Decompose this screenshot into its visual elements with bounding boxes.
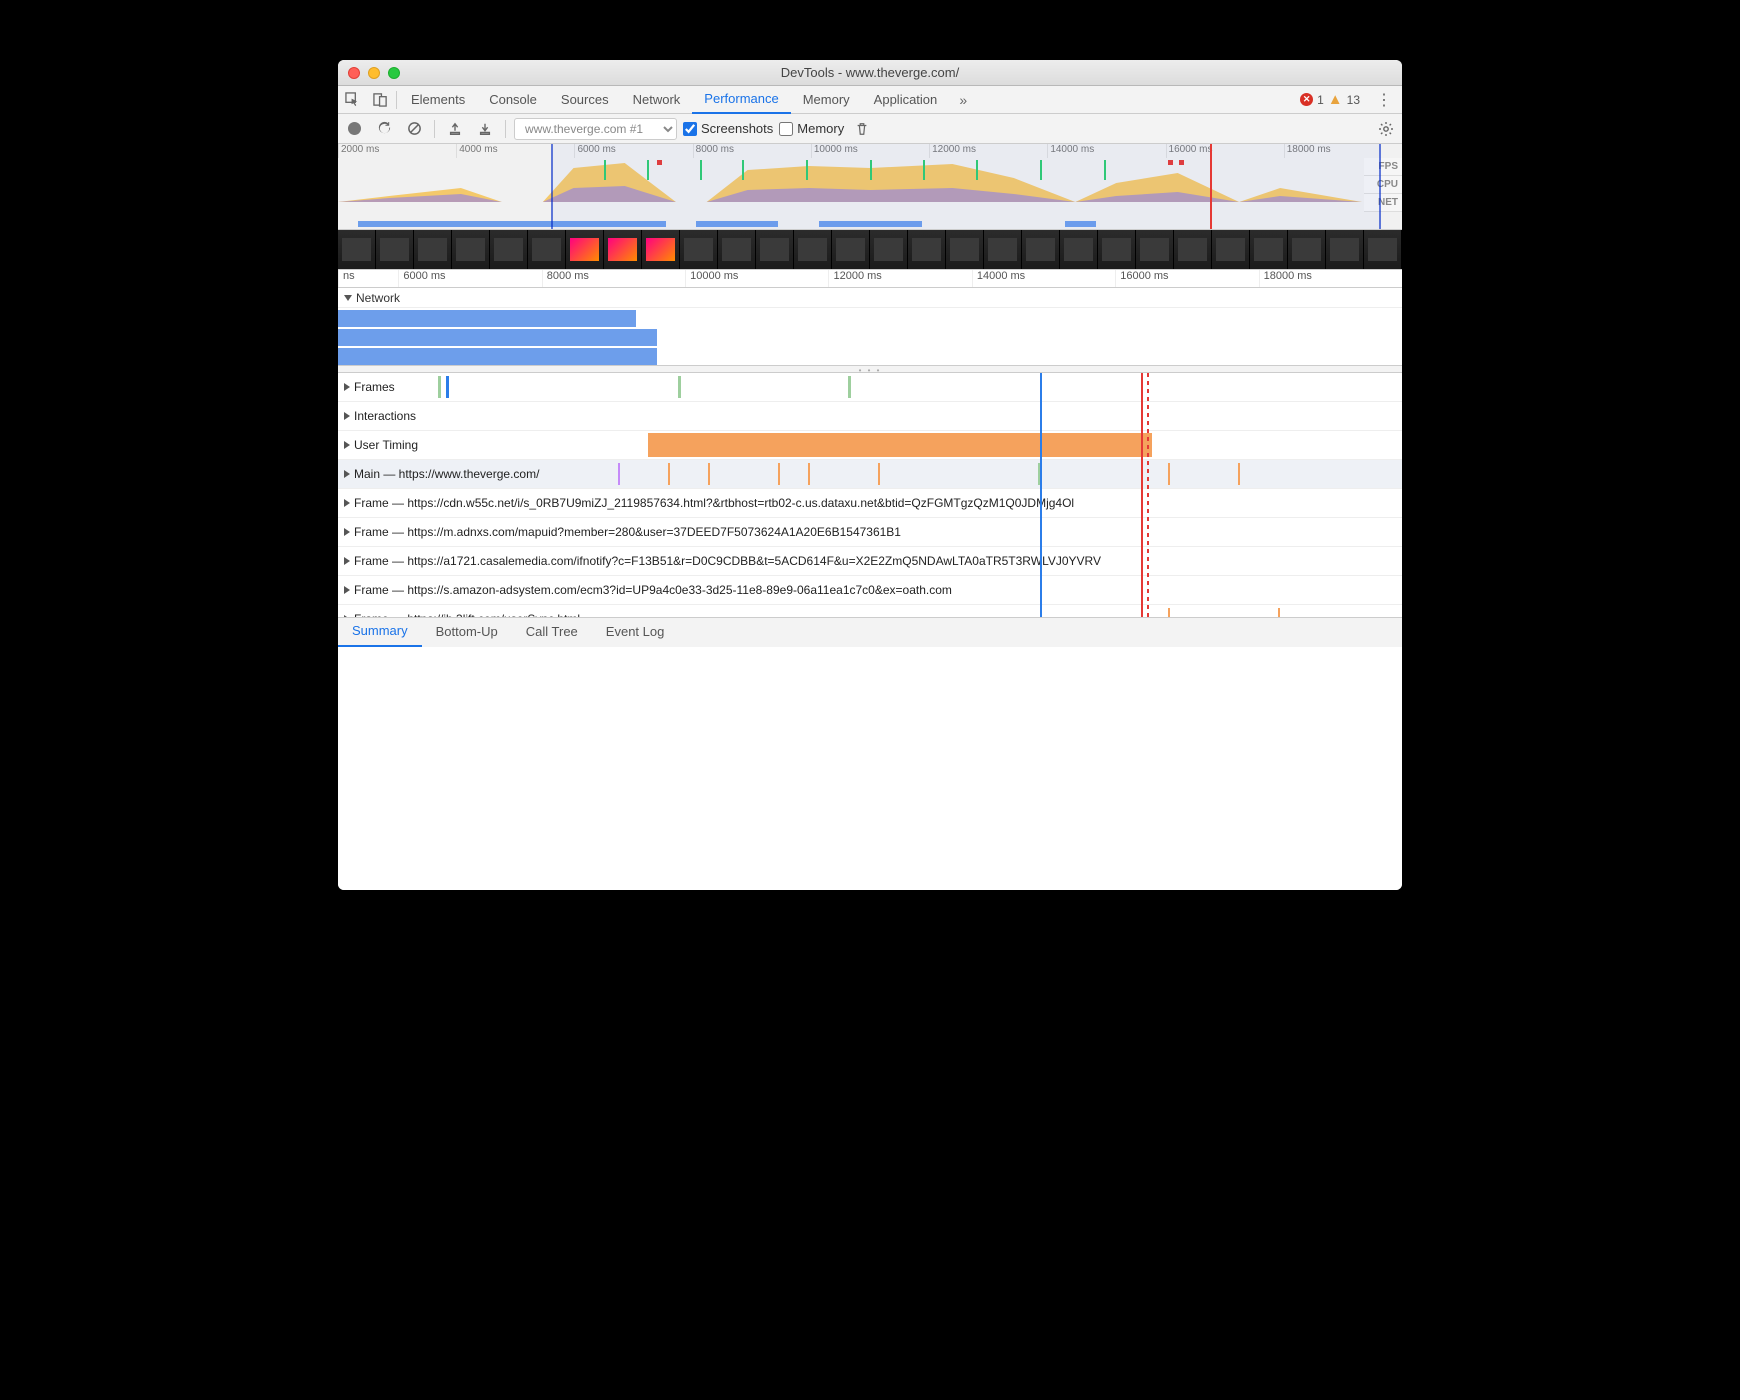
trash-icon[interactable] [850,117,874,141]
devtools-tabbar: Elements Console Sources Network Perform… [338,86,1402,114]
tab-call-tree[interactable]: Call Tree [512,618,592,646]
save-profile-button[interactable] [473,117,497,141]
tab-event-log[interactable]: Event Log [592,618,679,646]
chevron-right-icon [344,470,350,478]
error-count[interactable]: ✕1 ▲13 [1294,91,1366,108]
chevron-right-icon [344,383,350,391]
settings-gear-icon[interactable] [1374,117,1398,141]
overview-selection[interactable] [551,144,1381,229]
window-title: DevTools - www.theverge.com/ [338,65,1402,80]
flame-chart[interactable]: Frames Interactions User Timing Main — h… [338,373,1402,617]
section-frames[interactable]: Frames [338,373,1402,402]
section-user-timing[interactable]: User Timing [338,431,1402,460]
tab-performance[interactable]: Performance [692,86,790,114]
overview-marker [1210,144,1212,229]
frame-row[interactable]: Frame — https://ib.3lift.com/userSync.ht… [338,605,1402,617]
record-button[interactable] [342,117,366,141]
section-main[interactable]: Main — https://www.theverge.com/ [338,460,1402,489]
kebab-menu-icon[interactable]: ⋮ [1366,90,1402,110]
frame-row[interactable]: Frame — https://m.adnxs.com/mapuid?membe… [338,518,1402,547]
chevron-right-icon [344,441,350,449]
load-profile-button[interactable] [443,117,467,141]
frame-row[interactable]: Frame — https://s.amazon-adsystem.com/ec… [338,576,1402,605]
resize-grip[interactable]: • • • [338,366,1402,373]
chevron-down-icon [344,295,352,301]
devtools-window: DevTools - www.theverge.com/ Elements Co… [338,60,1402,890]
memory-checkbox[interactable]: Memory [779,121,844,136]
overview-timeline[interactable]: 2000 ms4000 ms 6000 ms8000 ms 10000 ms12… [338,144,1402,230]
more-tabs-icon[interactable]: » [949,92,977,108]
section-network[interactable]: Network [338,288,1402,308]
device-toggle-icon[interactable] [366,92,394,107]
network-rows [338,308,1402,366]
tab-memory[interactable]: Memory [791,87,862,113]
inspect-icon[interactable] [338,92,366,107]
tab-summary[interactable]: Summary [338,617,422,647]
tab-bottom-up[interactable]: Bottom-Up [422,618,512,646]
frame-row[interactable]: Frame — https://cdn.w55c.net/i/s_0RB7U9m… [338,489,1402,518]
tab-console[interactable]: Console [477,87,549,113]
tab-sources[interactable]: Sources [549,87,621,113]
titlebar: DevTools - www.theverge.com/ [338,60,1402,86]
recording-select[interactable]: www.theverge.com #1 [514,118,677,140]
clear-button[interactable] [402,117,426,141]
summary-pane [338,647,1402,891]
screenshot-strip[interactable] [338,230,1402,270]
chevron-right-icon [344,412,350,420]
performance-toolbar: www.theverge.com #1 Screenshots Memory [338,114,1402,144]
frame-row[interactable]: Frame — https://a1721.casalemedia.com/if… [338,547,1402,576]
detail-ruler: ns 6000 ms8000 ms 10000 ms12000 ms 14000… [338,270,1402,288]
reload-button[interactable] [372,117,396,141]
summary-tabbar: Summary Bottom-Up Call Tree Event Log [338,617,1402,647]
tab-network[interactable]: Network [621,87,693,113]
tab-application[interactable]: Application [862,87,950,113]
section-interactions[interactable]: Interactions [338,402,1402,431]
screenshots-checkbox[interactable]: Screenshots [683,121,773,136]
tab-elements[interactable]: Elements [399,87,477,113]
